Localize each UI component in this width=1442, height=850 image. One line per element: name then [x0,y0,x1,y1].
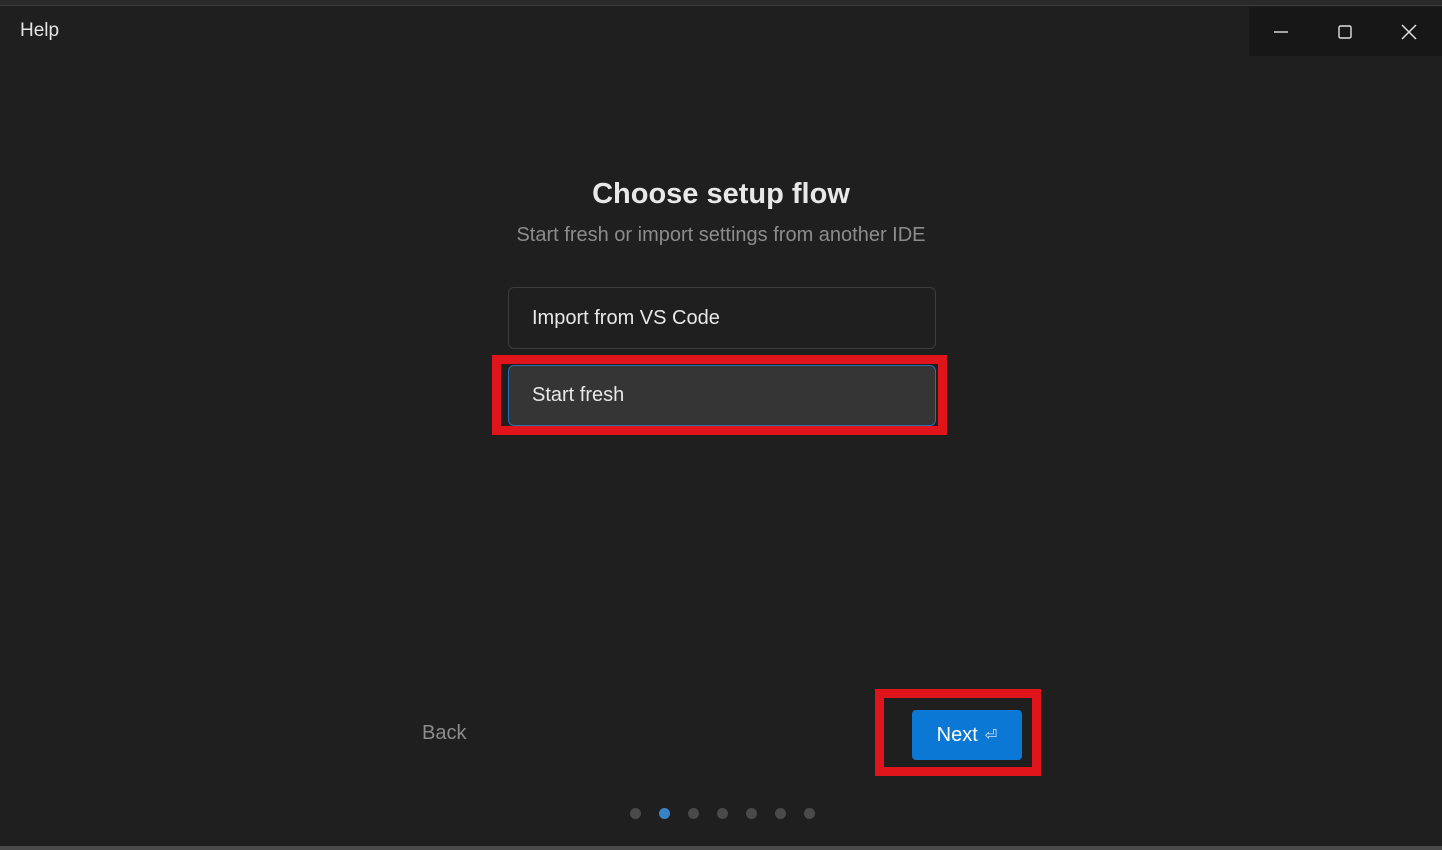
minimize-icon [1274,30,1288,33]
option-import-vscode[interactable]: Import from VS Code [508,287,936,349]
minimize-button[interactable] [1249,7,1313,56]
window-controls [1249,7,1442,56]
enter-icon: ⏎ [984,727,998,744]
window-top-border [0,0,1442,6]
next-button-label: Next [936,723,978,746]
step-indicator [630,808,833,819]
option-label: Start fresh [532,384,625,406]
option-start-fresh[interactable]: Start fresh [508,365,936,426]
step-dot [775,808,786,819]
maximize-icon [1338,24,1352,39]
maximize-button[interactable] [1313,7,1377,56]
step-dot [688,808,699,819]
step-dot [630,808,641,819]
close-button[interactable] [1377,7,1441,56]
step-dot [804,808,815,819]
option-label: Import from VS Code [532,306,720,329]
window-bottom-border [0,846,1442,850]
step-dot [746,808,757,819]
next-button[interactable]: Next ⏎ [912,710,1022,760]
window-title: Help [20,20,60,41]
step-dot [717,808,728,819]
back-button[interactable]: Back [422,722,466,745]
page-subtitle: Start fresh or import settings from anot… [516,224,926,246]
page-title: Choose setup flow [592,178,850,210]
close-icon [1401,23,1417,40]
step-dot-active [659,808,670,819]
